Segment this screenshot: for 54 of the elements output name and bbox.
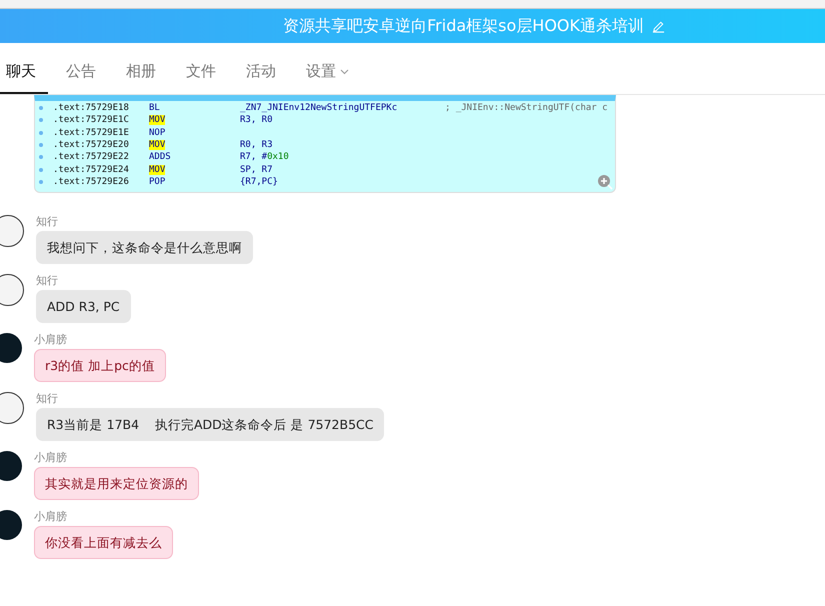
message-bubble: ADD R3, PC bbox=[36, 290, 131, 324]
tab[interactable]: 相册 bbox=[114, 51, 168, 94]
sender-name: 知行 bbox=[36, 274, 58, 288]
code-mnemonic: POP bbox=[149, 176, 166, 187]
code-mnemonic: MOV bbox=[149, 115, 166, 126]
code-mnemonic: MOV bbox=[149, 140, 166, 150]
code-address: .text:75729E18 bbox=[53, 103, 130, 114]
sender-name: 小肩膀 bbox=[34, 333, 67, 346]
code-mnemonic: ADDS bbox=[149, 152, 171, 162]
code-address: .text:75729E24 bbox=[53, 164, 130, 175]
code-operands: R3, R0 bbox=[240, 115, 273, 126]
code-operands: R7, #0x10 bbox=[240, 152, 289, 162]
code-mnemonic: MOV bbox=[149, 164, 166, 175]
message-bubble: 其实就是用来定位资源的 bbox=[34, 467, 199, 500]
code-operands: SP, R7 bbox=[240, 164, 273, 175]
breakpoint-dot bbox=[39, 143, 43, 148]
sender-name: 小肩膀 bbox=[34, 451, 67, 464]
avatar bbox=[0, 333, 22, 364]
breakpoint-dot bbox=[39, 106, 43, 110]
zoom-icon[interactable] bbox=[597, 174, 613, 190]
sender-name: 知行 bbox=[36, 392, 58, 406]
code-address: .text:75729E1E bbox=[53, 128, 130, 138]
code-address: .text:75729E1C bbox=[53, 115, 130, 126]
message-bubble: 你没看上面有减去么 bbox=[34, 526, 173, 560]
code-address: .text:75729E20 bbox=[53, 140, 130, 150]
edit-icon[interactable] bbox=[652, 20, 665, 32]
avatar bbox=[0, 392, 24, 424]
code-comment: ; _JNIEnv::NewStringUTF(char c bbox=[445, 103, 608, 114]
message-bubble: 我想问下，这条命令是什么意思啊 bbox=[36, 231, 253, 264]
code-operands: {R7,PC} bbox=[240, 176, 278, 187]
code-address: .text:75729E22 bbox=[53, 152, 130, 162]
avatar bbox=[0, 510, 22, 540]
code-mnemonic: NOP bbox=[149, 128, 166, 138]
tab[interactable]: 活动 bbox=[234, 51, 288, 94]
sender-name: 小肩膀 bbox=[34, 510, 67, 524]
tab[interactable]: 文件 bbox=[174, 51, 228, 94]
message-bubble: R3当前是 17B4 执行完ADD这条命令后 是 7572B5CC bbox=[36, 408, 384, 442]
tab[interactable]: 公告 bbox=[54, 51, 108, 94]
code-operands: _ZN7_JNIEnv12NewStringUTFEPKc bbox=[240, 103, 398, 114]
breakpoint-dot bbox=[39, 155, 43, 160]
breakpoint-dot bbox=[39, 168, 43, 172]
breakpoint-dot bbox=[39, 130, 43, 135]
avatar bbox=[0, 451, 22, 482]
group-title: 资源共享吧安卓逆向Frida框架so层HOOK通杀培训 bbox=[283, 16, 644, 36]
code-mnemonic: BL bbox=[149, 103, 160, 114]
sender-name: 知行 bbox=[36, 215, 58, 228]
message-bubble: r3的值 加上pc的值 bbox=[34, 349, 166, 382]
avatar bbox=[0, 215, 24, 248]
avatar bbox=[0, 274, 24, 306]
code-operands: R0, R3 bbox=[240, 140, 273, 150]
code-address: .text:75729E26 bbox=[53, 176, 130, 187]
breakpoint-dot bbox=[39, 180, 43, 184]
tab[interactable]: 设置 bbox=[294, 51, 361, 94]
breakpoint-dot bbox=[39, 118, 43, 122]
